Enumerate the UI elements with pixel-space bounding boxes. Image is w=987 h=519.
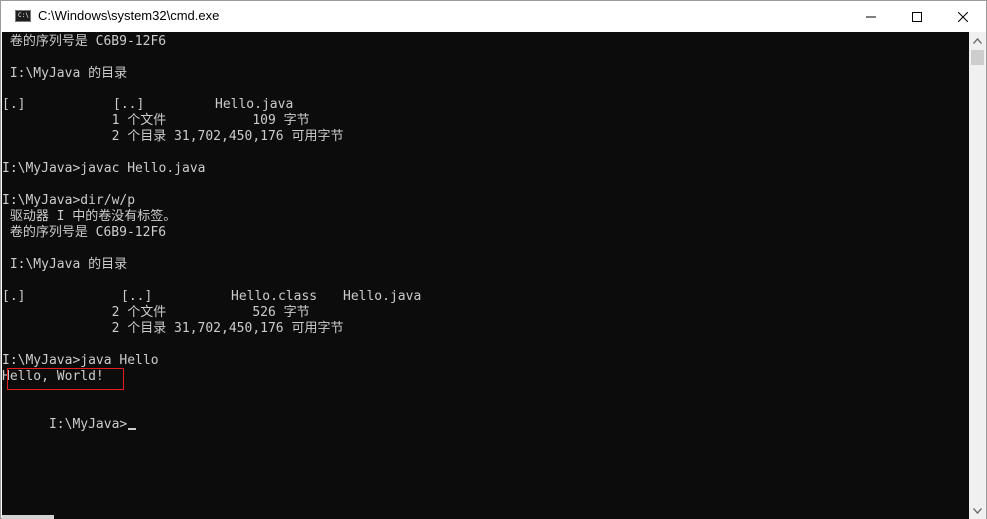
listing-1-col-current: [.] bbox=[2, 97, 26, 112]
cmd-app-icon[interactable]: C:\ bbox=[15, 10, 31, 22]
scroll-down-button[interactable] bbox=[969, 502, 986, 519]
console-line-dir-header-1: I:\MyJava 的目录 bbox=[2, 66, 128, 81]
title-bar[interactable]: C:\ C:\Windows\system32\cmd.exe bbox=[1, 1, 986, 32]
minimize-icon bbox=[866, 16, 876, 17]
listing-2-col-parent: [..] bbox=[121, 289, 153, 304]
console-line-dir-count-1: 2 个目录 31,702,450,176 可用字节 bbox=[2, 129, 344, 144]
output-highlight-box bbox=[7, 368, 124, 390]
console-line-volume-label: 驱动器 I 中的卷没有标签。 bbox=[2, 209, 177, 224]
listing-2-col-current: [.] bbox=[2, 289, 26, 304]
console-line-serial-2: 卷的序列号是 C6B9-12F6 bbox=[2, 225, 167, 240]
horizontal-scroll-strip bbox=[2, 515, 54, 519]
console-line-dir-header-2: I:\MyJava 的目录 bbox=[2, 257, 128, 272]
listing-2-col-class-file: Hello.class bbox=[231, 289, 318, 304]
vertical-scrollbar[interactable] bbox=[969, 32, 986, 519]
console-line-listing-2: [.] [..] Hello.class Hello.java bbox=[2, 289, 969, 305]
minimize-button[interactable] bbox=[848, 1, 894, 32]
console-line-dir-cmd: I:\MyJava>dir/w/p bbox=[2, 193, 136, 208]
close-icon bbox=[958, 11, 968, 22]
cmd-window: C:\ C:\Windows\system32\cmd.exe 卷的序列号是 C… bbox=[0, 0, 987, 519]
console-line-dir-count-2: 2 个目录 31,702,450,176 可用字节 bbox=[2, 321, 344, 336]
maximize-button[interactable] bbox=[894, 1, 940, 32]
listing-1-col-file: Hello.java bbox=[215, 97, 294, 112]
close-button[interactable] bbox=[940, 1, 986, 32]
listing-1-col-parent: [..] bbox=[113, 97, 145, 112]
listing-2-col-java-file: Hello.java bbox=[343, 289, 422, 304]
console-line-file-count-2: 2 个文件 526 字节 bbox=[2, 305, 310, 320]
scroll-up-icon bbox=[973, 37, 982, 44]
prompt-text: I:\MyJava> bbox=[48, 417, 128, 432]
console-line-listing-1: [.] [..] Hello.java bbox=[2, 97, 969, 113]
maximize-icon bbox=[912, 11, 922, 22]
scroll-up-button[interactable] bbox=[969, 32, 986, 49]
window-title: C:\Windows\system32\cmd.exe bbox=[38, 8, 220, 23]
console-output[interactable]: 卷的序列号是 C6B9-12F6 I:\MyJava 的目录 [.] [..] … bbox=[2, 32, 969, 519]
console-line-serial-1: 卷的序列号是 C6B9-12F6 bbox=[2, 34, 167, 49]
scroll-down-icon bbox=[973, 507, 982, 514]
console-line-file-count-1: 1 个文件 109 字节 bbox=[2, 113, 310, 128]
console-line-java-run: I:\MyJava>java Hello bbox=[2, 353, 159, 368]
console-line-prompt[interactable]: I:\MyJava> bbox=[2, 401, 137, 432]
text-cursor bbox=[128, 428, 137, 430]
console-line-javac: I:\MyJava>javac Hello.java bbox=[2, 161, 206, 176]
scroll-thumb[interactable] bbox=[971, 50, 984, 65]
cmd-app-icon-label: C:\ bbox=[18, 12, 29, 19]
